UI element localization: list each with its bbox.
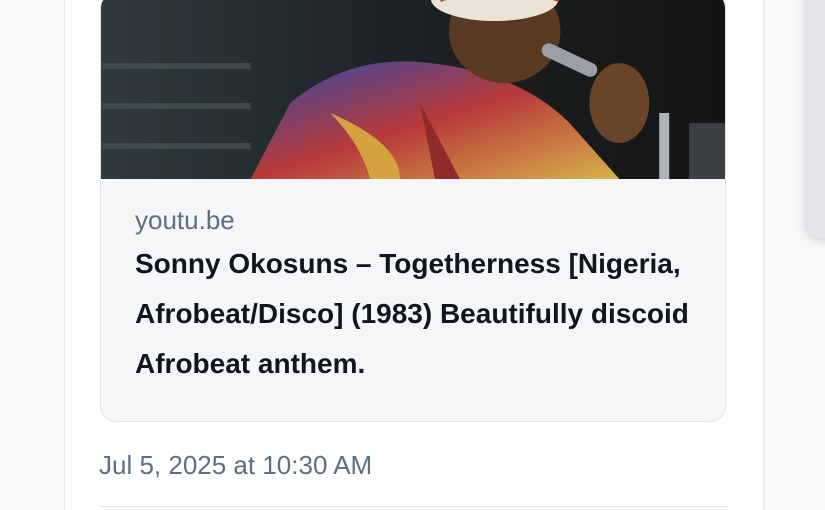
video-thumbnail-image[interactable] xyxy=(101,0,725,179)
link-title: Sonny Okosuns – Togetherness [Nigeria, A… xyxy=(135,248,689,379)
divider xyxy=(99,506,729,507)
side-panel-edge xyxy=(806,0,825,238)
post-container: youtu.be Sonny Okosuns – Togetherness [N… xyxy=(64,0,764,510)
link-preview-card[interactable]: youtu.be Sonny Okosuns – Togetherness [N… xyxy=(100,0,726,422)
post-timestamp[interactable]: Jul 5, 2025 at 10:30 AM xyxy=(99,450,372,481)
link-domain: youtu.be xyxy=(135,205,235,235)
